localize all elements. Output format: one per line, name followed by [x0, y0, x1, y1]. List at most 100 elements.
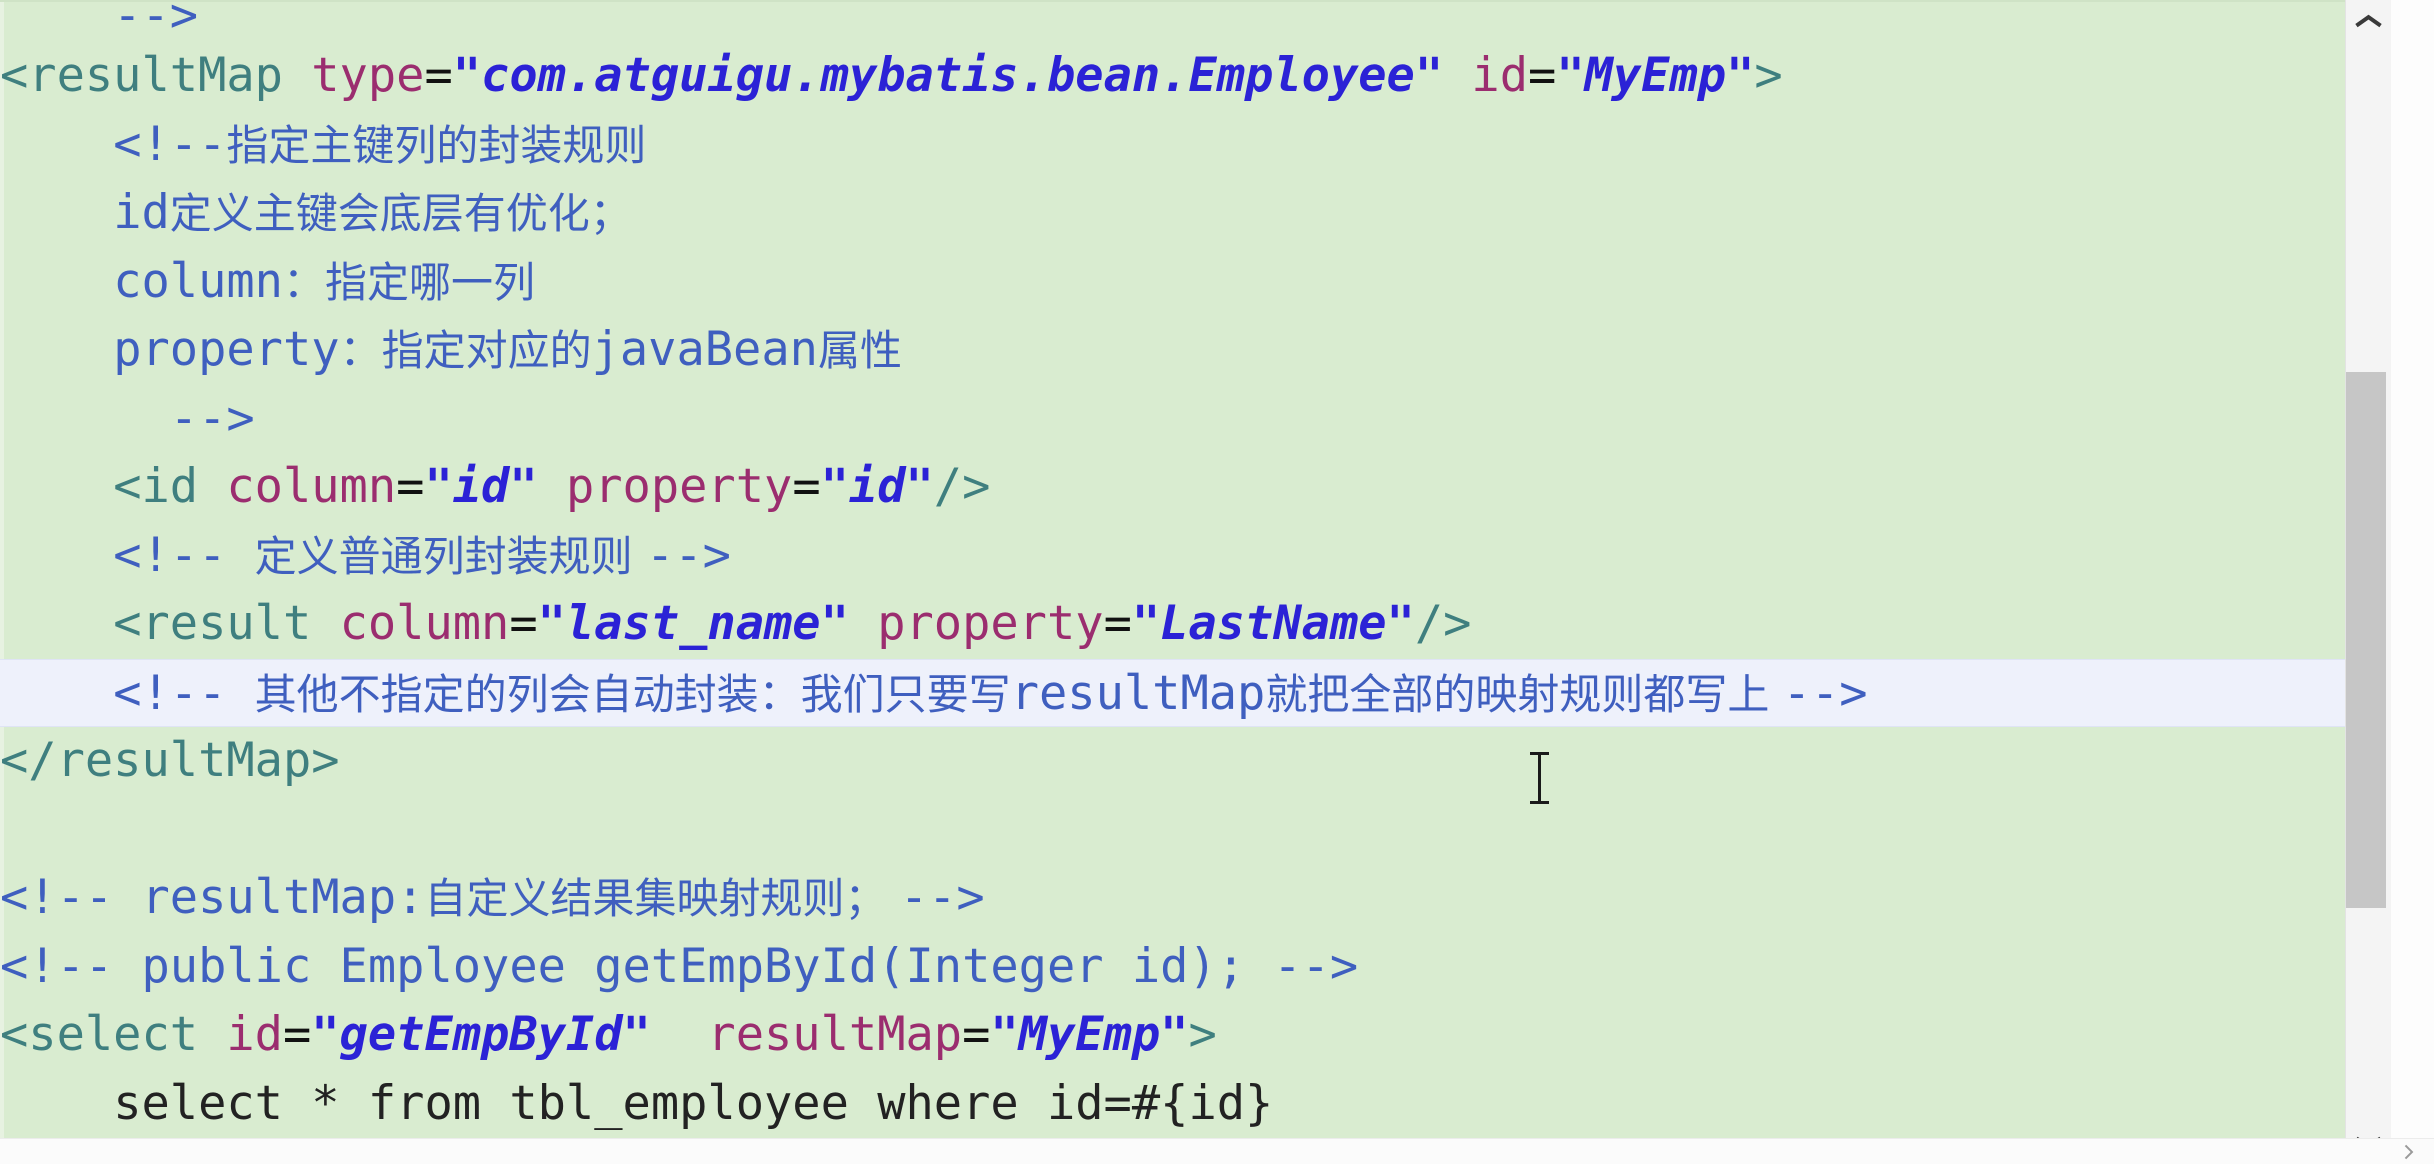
code-token-eq: = [962, 1007, 991, 1062]
code-token-cjk: 其他不指定的列会自动封装：我们只要写 [254, 669, 1011, 719]
outer-right-gutter [2391, 0, 2434, 1164]
code-token-cjk: ：指定哪一列 [282, 257, 535, 307]
code-token-attr: resultMap [707, 1007, 963, 1062]
code-token-comment: --> [113, 0, 199, 43]
code-token-eq: = [424, 48, 453, 103]
code-line-content: --> [0, 2, 2345, 39]
code-token-tag: <id [113, 459, 199, 514]
code-line[interactable]: select * from tbl_employee where id=#{id… [0, 1070, 2345, 1139]
code-token-attr: property [565, 459, 793, 514]
code-line-content: </resultMap> [0, 727, 2345, 796]
code-token-comment: <!-- [113, 116, 227, 172]
code-line[interactable]: id定义主键会底层有优化； [0, 179, 2345, 248]
code-line[interactable]: <!-- public Employee getEmpById(Integer … [0, 933, 2345, 1002]
code-token-comment: id [113, 185, 170, 240]
code-line[interactable]: --> [0, 2, 2345, 42]
code-line[interactable] [0, 796, 2345, 865]
code-token-cjk: 定义普通列封装规则 [254, 531, 647, 581]
code-token-comment: <!-- [113, 665, 255, 721]
code-token-cjk: 就把全部的映射规则都写上 [1265, 669, 1783, 719]
code-token-cjk: 属性 [817, 326, 902, 375]
code-token-tag: <resultMap [0, 48, 283, 103]
code-line-content: <!--指定主键列的封装规则 [0, 111, 2345, 181]
code-token-sql: select * from tbl_employee where id=#{id… [113, 1075, 1274, 1131]
code-token-eq: = [396, 459, 425, 514]
code-token-eq: = [282, 1007, 312, 1062]
code-token-comment: <!-- public Employee getEmpById(Integer … [0, 938, 1359, 994]
code-token-comment: <!-- resultMap: [0, 870, 425, 925]
code-line[interactable]: <id column="id" property="id"/> [0, 453, 2345, 522]
horizontal-scrollbar[interactable] [0, 1138, 2434, 1164]
code-line-content: <!-- resultMap:自定义结果集映射规则； --> [0, 864, 2345, 934]
code-line[interactable]: property：指定对应的javaBean属性 [0, 316, 2345, 385]
code-token-attr: id [226, 1007, 283, 1062]
code-line[interactable]: <!--指定主键列的封装规则 [0, 111, 2345, 180]
code-line-content: select * from tbl_employee where id=#{id… [0, 1070, 2345, 1139]
code-token-value: "id" [820, 459, 934, 514]
code-token-comment: column [113, 253, 283, 309]
code-viewport[interactable]: --> <resultMap type="com.atguigu.mybatis.… [0, 0, 2345, 1164]
code-line-content: --> [0, 385, 2345, 454]
code-line-content: <!-- 其他不指定的列会自动封装：我们只要写resultMap就把全部的映射规… [0, 660, 2345, 730]
code-token-comment: --> [169, 390, 255, 446]
code-token-comment: --> [646, 527, 731, 583]
code-token-comment: <!-- [113, 527, 255, 583]
code-line[interactable]: <!-- 定义普通列封装规则 --> [0, 522, 2345, 591]
code-token-tag: > [1754, 48, 1783, 103]
code-line-content: id定义主键会底层有优化； [0, 179, 2345, 249]
code-token-eq: = [1103, 596, 1132, 651]
code-token-value: "MyEmp" [1556, 48, 1755, 103]
code-token-comment: --> [899, 870, 985, 925]
code-token-tag: <select [0, 1007, 199, 1062]
code-line[interactable]: </resultMap> [0, 727, 2345, 796]
code-token-attr: type [311, 48, 425, 103]
code-token-tag: /> [933, 459, 991, 514]
code-token-value: "MyEmp" [990, 1007, 1189, 1062]
scroll-up-button[interactable] [2346, 0, 2392, 42]
code-line[interactable]: <!-- 其他不指定的列会自动封装：我们只要写resultMap就把全部的映射规… [0, 658, 2345, 730]
code-line[interactable]: <select id="getEmpById" resultMap="MyEmp… [0, 1001, 2345, 1070]
code-line-content: <resultMap type="com.atguigu.mybatis.bea… [0, 42, 2345, 111]
code-line-content: <result column="last_name" property="Las… [0, 590, 2345, 659]
code-token-attr: column [226, 459, 397, 514]
code-token-value: "last_name" [537, 596, 849, 651]
chevron-right-icon[interactable] [2402, 1144, 2418, 1160]
code-line[interactable]: column：指定哪一列 [0, 248, 2345, 317]
code-token-cjk: 自定义结果集映射规则； [424, 874, 900, 923]
code-line[interactable]: <!-- resultMap:自定义结果集映射规则； --> [0, 864, 2345, 933]
vertical-scrollbar[interactable] [2345, 0, 2392, 1164]
code-token-value: "LastName" [1131, 596, 1415, 651]
code-line-content: <select id="getEmpById" resultMap="MyEmp… [0, 1001, 2345, 1070]
code-line-content: <!-- 定义普通列封装规则 --> [0, 522, 2345, 592]
code-line[interactable]: <result column="last_name" property="Las… [0, 590, 2345, 659]
vertical-scrollbar-thumb[interactable] [2346, 372, 2386, 908]
code-surface[interactable]: --> <resultMap type="com.atguigu.mybatis.… [0, 2, 2345, 1138]
code-token-eq: = [1528, 48, 1557, 103]
code-token-tag: > [1188, 1007, 1217, 1062]
code-token-comment: resultMap [1010, 665, 1266, 721]
code-token-attr: id [1471, 48, 1529, 103]
code-token-tag: /> [1414, 596, 1472, 651]
code-token-eq: = [792, 459, 821, 514]
chevron-up-icon [2356, 14, 2382, 28]
code-line[interactable]: --> [0, 385, 2345, 454]
code-token-tag: <result [113, 596, 312, 651]
code-line[interactable]: <resultMap type="com.atguigu.mybatis.bea… [0, 42, 2345, 111]
code-line-content: <!-- public Employee getEmpById(Integer … [0, 933, 2345, 1002]
